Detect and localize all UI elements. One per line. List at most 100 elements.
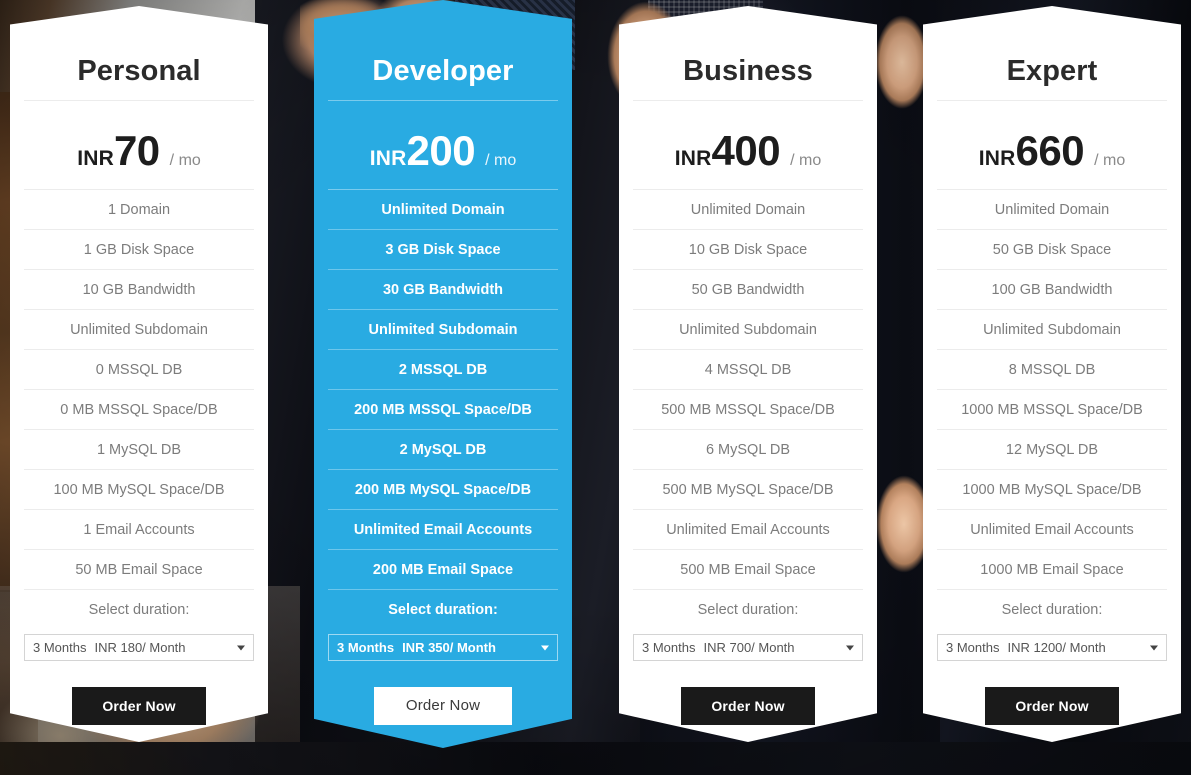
order-button-wrapper: Order Now xyxy=(619,687,877,725)
duration-term: 3 Months xyxy=(946,640,1000,655)
price-currency: INR xyxy=(674,147,712,170)
duration-rate: INR 350/ Month xyxy=(402,640,496,655)
plan-price: INR 660 / mo xyxy=(923,101,1181,189)
feature-item: 1 Domain xyxy=(24,190,254,230)
feature-item: 1 Email Accounts xyxy=(24,510,254,550)
order-now-button[interactable]: Order Now xyxy=(985,687,1119,725)
feature-item: Unlimited Domain xyxy=(633,190,863,230)
plan-title: Expert xyxy=(1006,55,1098,87)
pricing-card-expert[interactable]: Expert INR 660 / mo Unlimited Domain 50 GB… xyxy=(923,6,1181,742)
order-button-wrapper: Order Now xyxy=(10,687,268,725)
price-currency: INR xyxy=(77,147,114,170)
duration-select[interactable]: 3 Months INR 350/ Month xyxy=(328,634,558,661)
price-period: / mo xyxy=(790,152,822,169)
feature-item: 50 MB Email Space xyxy=(24,550,254,590)
feature-item: Unlimited Subdomain xyxy=(24,310,254,350)
duration-rate: INR 1200/ Month xyxy=(1007,640,1106,655)
plan-title: Business xyxy=(683,55,813,87)
feature-item: 200 MB MSSQL Space/DB xyxy=(328,390,558,430)
duration-term: 3 Months xyxy=(642,640,696,655)
feature-item: 1000 MB Email Space xyxy=(937,550,1167,590)
feature-item: Unlimited Email Accounts xyxy=(937,510,1167,550)
duration-rate: INR 700/ Month xyxy=(703,640,795,655)
duration-label: Select duration: xyxy=(1001,602,1103,618)
duration-select[interactable]: 3 Months INR 180/ Month xyxy=(24,634,254,661)
feature-item: 500 MB Email Space xyxy=(633,550,863,590)
price-period: / mo xyxy=(169,152,201,169)
feature-item: 10 GB Bandwidth xyxy=(24,270,254,310)
feature-item: 30 GB Bandwidth xyxy=(328,270,558,310)
feature-item: Unlimited Subdomain xyxy=(937,310,1167,350)
feature-list: Unlimited Domain 50 GB Disk Space 100 GB… xyxy=(923,190,1181,630)
feature-item: Unlimited Subdomain xyxy=(328,310,558,350)
duration-select-wrapper: 3 Months INR 700/ Month xyxy=(619,634,877,661)
price-period: / mo xyxy=(485,152,517,169)
feature-item: 200 MB Email Space xyxy=(328,550,558,590)
feature-item: 200 MB MySQL Space/DB xyxy=(328,470,558,510)
price-amount: 200 xyxy=(406,127,476,174)
feature-item: 2 MSSQL DB xyxy=(328,350,558,390)
duration-label: Select duration: xyxy=(697,602,799,618)
feature-item: 500 MB MSSQL Space/DB xyxy=(633,390,863,430)
chevron-down-icon xyxy=(846,645,854,650)
feature-item: 100 MB MySQL Space/DB xyxy=(24,470,254,510)
price-period: / mo xyxy=(1094,152,1126,169)
duration-select-wrapper: 3 Months INR 350/ Month xyxy=(314,634,572,661)
price-amount: 660 xyxy=(1015,127,1085,174)
feature-item: 1 MySQL DB xyxy=(24,430,254,470)
feature-item: 12 MySQL DB xyxy=(937,430,1167,470)
price-amount: 70 xyxy=(113,127,160,174)
price-currency: INR xyxy=(369,147,407,170)
feature-item: 500 MB MySQL Space/DB xyxy=(633,470,863,510)
feature-item: 100 GB Bandwidth xyxy=(937,270,1167,310)
price-currency: INR xyxy=(978,147,1016,170)
feature-item: 1000 MB MSSQL Space/DB xyxy=(937,390,1167,430)
feature-list: 1 Domain 1 GB Disk Space 10 GB Bandwidth… xyxy=(10,190,268,630)
duration-label: Select duration: xyxy=(388,602,498,618)
feature-item: 3 GB Disk Space xyxy=(328,230,558,270)
feature-item: 50 GB Bandwidth xyxy=(633,270,863,310)
order-now-button[interactable]: Order Now xyxy=(681,687,815,725)
feature-item: 10 GB Disk Space xyxy=(633,230,863,270)
feature-item: 1000 MB MySQL Space/DB xyxy=(937,470,1167,510)
feature-item: Unlimited Subdomain xyxy=(633,310,863,350)
duration-term: 3 Months xyxy=(337,640,395,655)
order-now-button[interactable]: Order Now xyxy=(72,687,206,725)
feature-item: Unlimited Email Accounts xyxy=(328,510,558,550)
feature-item: 6 MySQL DB xyxy=(633,430,863,470)
duration-label: Select duration: xyxy=(88,602,190,618)
feature-item: 4 MSSQL DB xyxy=(633,350,863,390)
feature-item: 1 GB Disk Space xyxy=(24,230,254,270)
duration-term: 3 Months xyxy=(33,640,87,655)
feature-item: Unlimited Domain xyxy=(937,190,1167,230)
feature-list: Unlimited Domain 10 GB Disk Space 50 GB … xyxy=(619,190,877,630)
plan-price: INR 70 / mo xyxy=(10,101,268,189)
feature-item: Unlimited Domain xyxy=(328,190,558,230)
plan-price: INR 200 / mo xyxy=(314,101,572,189)
duration-rate: INR 180/ Month xyxy=(94,640,186,655)
pricing-card-business[interactable]: Business INR 400 / mo Unlimited Domain 10 … xyxy=(619,6,877,742)
feature-item: Unlimited Email Accounts xyxy=(633,510,863,550)
order-button-wrapper: Order Now xyxy=(314,687,572,725)
feature-item: 2 MySQL DB xyxy=(328,430,558,470)
price-amount: 400 xyxy=(711,127,781,174)
order-button-wrapper: Order Now xyxy=(923,687,1181,725)
feature-item: 50 GB Disk Space xyxy=(937,230,1167,270)
duration-select-wrapper: 3 Months INR 1200/ Month xyxy=(923,634,1181,661)
duration-select[interactable]: 3 Months INR 1200/ Month xyxy=(937,634,1167,661)
chevron-down-icon xyxy=(541,645,549,650)
feature-item: 0 MB MSSQL Space/DB xyxy=(24,390,254,430)
order-now-button[interactable]: Order Now xyxy=(373,687,513,725)
plan-title: Developer xyxy=(372,55,514,87)
feature-item: 0 MSSQL DB xyxy=(24,350,254,390)
chevron-down-icon xyxy=(237,645,245,650)
feature-item: 8 MSSQL DB xyxy=(937,350,1167,390)
plan-title: Personal xyxy=(77,55,201,87)
pricing-card-personal[interactable]: Personal INR 70 / mo 1 Domain 1 GB Disk Sp… xyxy=(10,6,268,742)
duration-select[interactable]: 3 Months INR 700/ Month xyxy=(633,634,863,661)
pricing-card-developer[interactable]: Developer INR 200 / mo Unlimited Domain 3 … xyxy=(314,0,572,748)
plan-price: INR 400 / mo xyxy=(619,101,877,189)
duration-select-wrapper: 3 Months INR 180/ Month xyxy=(10,634,268,661)
chevron-down-icon xyxy=(1150,645,1158,650)
feature-list: Unlimited Domain 3 GB Disk Space 30 GB B… xyxy=(314,190,572,630)
